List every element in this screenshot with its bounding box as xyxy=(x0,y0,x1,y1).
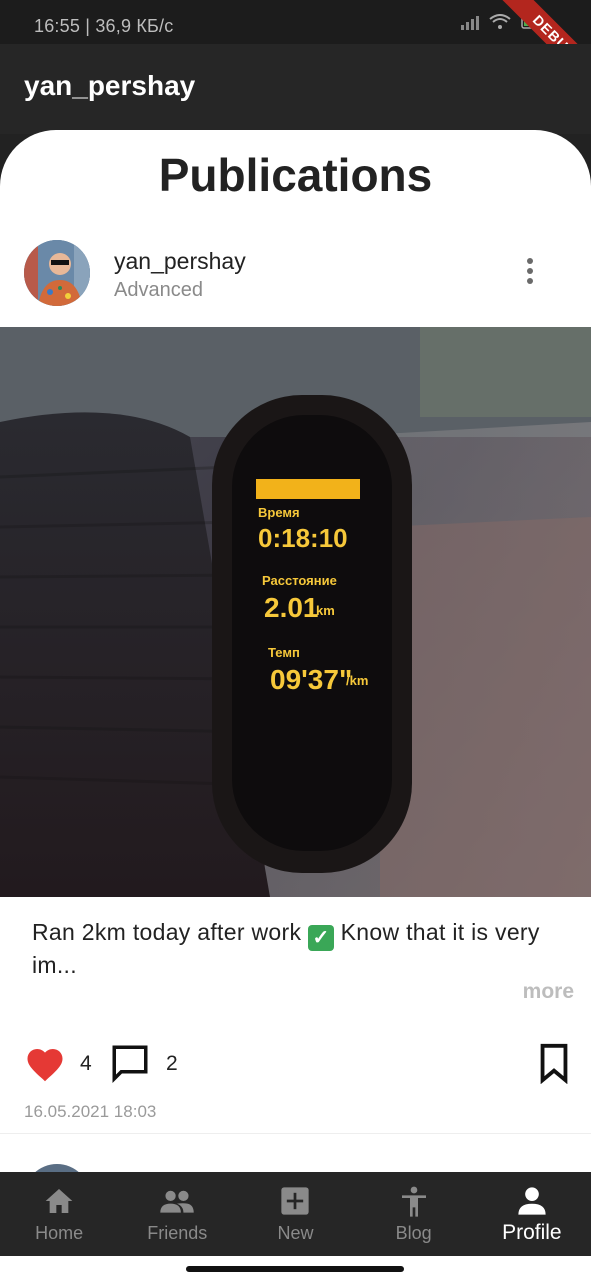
accessibility-icon xyxy=(401,1186,426,1217)
nav-label-friends: Friends xyxy=(147,1223,208,1243)
nav-label-profile: Profile xyxy=(502,1221,562,1244)
app-bar-title: yan_pershay xyxy=(24,70,196,101)
watch-time-value: 0:18:10 xyxy=(258,523,348,553)
post-image[interactable]: Время 0:18:10 Расстояние 2.01 km Темп 09… xyxy=(0,327,591,897)
check-mark-icon: ✓ xyxy=(307,925,334,951)
watch-time-label: Время xyxy=(258,505,300,520)
nav-item-blog[interactable]: Blog xyxy=(355,1172,473,1256)
watch-distance-unit: km xyxy=(316,603,335,618)
nav-label-new: New xyxy=(277,1223,314,1243)
status-time: 16:55 | 36,9 КБ/с xyxy=(34,16,174,36)
signal-icon xyxy=(461,14,479,30)
home-indicator[interactable] xyxy=(186,1266,404,1272)
people-icon xyxy=(160,1190,194,1213)
post-username[interactable]: yan_pershay xyxy=(114,248,246,275)
home-icon xyxy=(45,1189,73,1213)
post-caption: Ran 2km today after work ✓ Know that it … xyxy=(32,918,577,979)
watch-pace-unit: /km xyxy=(346,673,368,688)
wifi-icon xyxy=(489,14,511,29)
nav-label-blog: Blog xyxy=(395,1223,432,1243)
more-link[interactable]: more xyxy=(523,980,574,1004)
post-actions: 4 2 xyxy=(0,1038,591,1088)
more-options-icon[interactable] xyxy=(520,258,540,290)
add-box-icon xyxy=(281,1187,310,1215)
heart-icon[interactable] xyxy=(24,1043,66,1083)
post-user-level: Advanced xyxy=(114,279,203,301)
post-caption-text: Ran 2km today after work xyxy=(32,919,302,945)
watch-pace-value: 09'37" xyxy=(270,664,352,695)
watch-distance-label: Расстояние xyxy=(262,573,337,588)
post-divider xyxy=(0,1133,591,1134)
bookmark-icon[interactable] xyxy=(538,1042,570,1084)
person-icon xyxy=(518,1187,546,1215)
nav-label-home: Home xyxy=(35,1223,84,1243)
watch-pace-label: Темп xyxy=(268,645,300,660)
nav-item-friends[interactable]: Friends xyxy=(118,1172,236,1256)
bottom-nav: Home Friends New Blog Profile xyxy=(0,1172,591,1256)
watch-distance-value: 2.01 xyxy=(264,592,319,623)
app-bar: yan_pershay xyxy=(0,44,591,134)
likes-count: 4 xyxy=(80,1052,92,1075)
comment-icon[interactable] xyxy=(108,1042,152,1084)
status-bar: 16:55 | 36,9 КБ/с DEBUG xyxy=(0,0,591,102)
nav-item-profile[interactable]: Profile xyxy=(473,1172,591,1256)
nav-item-home[interactable]: Home xyxy=(0,1172,118,1256)
gesture-area xyxy=(0,1256,591,1280)
comments-count: 2 xyxy=(166,1052,178,1075)
page-title: Publications xyxy=(158,149,433,201)
post-date: 16.05.2021 18:03 xyxy=(24,1102,157,1121)
avatar[interactable] xyxy=(24,240,90,306)
publications-sheet: Publications yan_pershay Advanced Время … xyxy=(0,130,591,1175)
nav-item-new[interactable]: New xyxy=(236,1172,354,1256)
